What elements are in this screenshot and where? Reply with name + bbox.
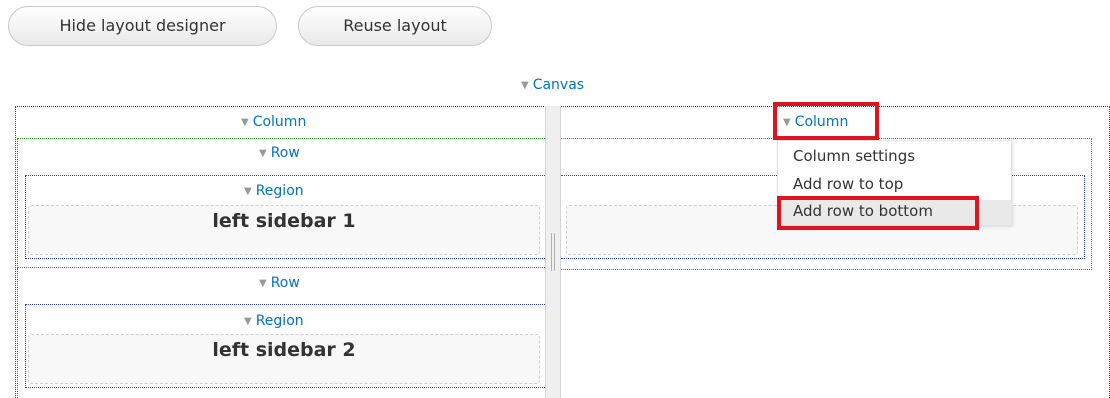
- collapse-triangle-icon: ▼: [783, 117, 791, 128]
- column-resize-handle[interactable]: [545, 106, 561, 398]
- hide-layout-designer-button[interactable]: Hide layout designer: [8, 6, 277, 46]
- column-context-menu: Column settings Add row to top Add row t…: [777, 140, 1012, 226]
- left-column-toggle[interactable]: ▼ Column: [241, 114, 306, 130]
- region-name: left sidebar 1: [212, 210, 356, 232]
- region-block-left-sidebar-1[interactable]: left sidebar 1: [28, 205, 540, 255]
- row-1-toggle[interactable]: ▼ Row: [259, 145, 300, 161]
- region-name: left sidebar 2: [212, 339, 356, 361]
- collapse-triangle-icon: ▼: [521, 80, 529, 91]
- region-1-toggle[interactable]: ▼ Region: [244, 183, 304, 199]
- menu-item-column-settings[interactable]: Column settings: [793, 147, 915, 165]
- collapse-triangle-icon: ▼: [241, 117, 249, 128]
- region-2-toggle[interactable]: ▼ Region: [244, 313, 304, 329]
- collapse-triangle-icon: ▼: [259, 148, 267, 159]
- canvas-label: Canvas: [532, 77, 585, 93]
- column-label: Column: [794, 114, 849, 130]
- column-label: Column: [252, 114, 307, 130]
- menu-item-add-row-to-top[interactable]: Add row to top: [793, 175, 903, 193]
- row-label: Row: [270, 145, 300, 161]
- right-column-toggle[interactable]: ▼ Column: [783, 114, 848, 130]
- menu-item-label: Add row to bottom: [793, 202, 933, 220]
- canvas-toggle[interactable]: ▼ Canvas: [521, 77, 584, 93]
- menu-item-add-row-to-bottom[interactable]: Add row to bottom: [778, 200, 1011, 225]
- collapse-triangle-icon: ▼: [244, 316, 252, 327]
- collapse-triangle-icon: ▼: [244, 186, 252, 197]
- reuse-layout-button[interactable]: Reuse layout: [298, 6, 492, 46]
- region-label: Region: [255, 183, 304, 199]
- region-block-left-sidebar-2[interactable]: left sidebar 2: [28, 334, 540, 384]
- region-label: Region: [255, 313, 304, 329]
